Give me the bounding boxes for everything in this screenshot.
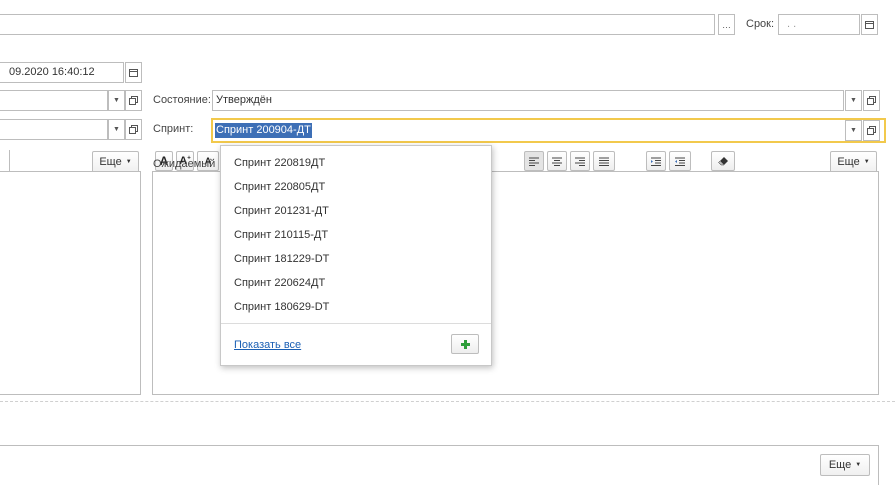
sprint-field-focus[interactable]: Спринт 200904-ДТ ▼ <box>211 118 886 143</box>
calendar-icon <box>865 21 874 29</box>
left-select-2[interactable] <box>0 119 108 140</box>
state-dropdown-button[interactable]: ▼ <box>845 90 862 111</box>
list-item[interactable]: Спринт 220624ДТ <box>234 277 325 289</box>
left-panel-edge <box>0 150 10 172</box>
more-button-right[interactable]: Еще ▼ <box>830 151 877 173</box>
left-select-1[interactable] <box>0 90 108 111</box>
ellipsis-icon: … <box>722 19 731 30</box>
chevron-down-icon: ▼ <box>850 127 857 134</box>
plus-icon <box>460 339 470 349</box>
align-center-button[interactable] <box>547 151 567 171</box>
show-all-link[interactable]: Показать все <box>234 339 301 351</box>
description-field[interactable] <box>0 14 715 35</box>
align-right-button[interactable] <box>570 151 590 171</box>
open-form-icon <box>129 96 138 105</box>
open-form-icon <box>867 126 876 135</box>
indent-increase-icon <box>651 157 661 166</box>
list-item[interactable]: Спринт 220819ДТ <box>234 157 325 169</box>
align-justify-button[interactable] <box>593 151 615 171</box>
bottom-panel <box>0 445 879 485</box>
chevron-down-icon: ▼ <box>855 462 862 468</box>
align-left-icon <box>529 157 539 166</box>
chevron-down-icon: ▼ <box>113 97 120 104</box>
indent-decrease-icon <box>675 157 685 166</box>
open-form-icon <box>129 125 138 134</box>
state-value: Утверждён <box>216 94 272 106</box>
top-link-fragment[interactable] <box>0 0 420 4</box>
term-value: . . <box>787 18 797 30</box>
left-select-2-dropdown[interactable]: ▼ <box>108 119 125 140</box>
state-label: Состояние: <box>153 94 211 106</box>
state-open-button[interactable] <box>863 90 880 111</box>
link-underline-icon <box>0 0 420 4</box>
sprint-dropdown-button[interactable]: ▼ <box>845 120 862 141</box>
calendar-icon <box>129 69 138 77</box>
left-text-area[interactable] <box>0 171 141 395</box>
indent-increase-button[interactable] <box>646 151 666 171</box>
sprint-label: Спринт: <box>153 123 194 135</box>
left-select-2-open[interactable] <box>125 119 142 140</box>
chevron-down-icon: ▼ <box>125 159 132 165</box>
align-justify-icon <box>599 157 609 166</box>
add-item-button[interactable] <box>451 334 479 354</box>
left-select-1-open[interactable] <box>125 90 142 111</box>
term-field[interactable]: . . <box>778 14 860 35</box>
list-item[interactable]: Спринт 181229-DT <box>234 253 329 265</box>
sprint-value: Спринт 200904-ДТ <box>215 123 312 138</box>
sprint-open-button[interactable] <box>863 120 880 141</box>
chevron-down-icon: ▼ <box>863 159 870 165</box>
term-label: Срок: <box>746 18 775 30</box>
more-bottom-label: Еще <box>828 459 852 471</box>
sprint-dropdown-list: Спринт 220819ДТ Спринт 220805ДТ Спринт 2… <box>220 145 492 366</box>
chevron-down-icon: ▼ <box>850 97 857 104</box>
eraser-icon <box>717 157 728 166</box>
more-left-label: Еще <box>99 156 122 168</box>
chevron-down-icon: ▼ <box>113 126 120 133</box>
align-right-icon <box>575 157 585 166</box>
date-field[interactable]: 09.2020 16:40:12 <box>0 62 124 83</box>
left-select-1-dropdown[interactable]: ▼ <box>108 90 125 111</box>
dropdown-divider <box>221 323 491 324</box>
term-calendar-button[interactable] <box>861 14 878 35</box>
section-divider <box>0 401 895 402</box>
date-value: 09.2020 16:40:12 <box>9 66 95 78</box>
more-button-bottom[interactable]: Еще ▼ <box>820 454 870 476</box>
state-field[interactable]: Утверждён <box>212 90 844 111</box>
list-item[interactable]: Спринт 220805ДТ <box>234 181 325 193</box>
list-item[interactable]: Спринт 210115-ДТ <box>234 229 328 241</box>
list-item[interactable]: Спринт 201231-ДТ <box>234 205 329 217</box>
more-right-label: Еще <box>837 156 860 168</box>
date-calendar-button[interactable] <box>125 62 142 83</box>
align-center-icon <box>552 157 562 166</box>
clear-format-button[interactable] <box>711 151 735 171</box>
align-left-button[interactable] <box>524 151 544 171</box>
indent-decrease-button[interactable] <box>669 151 691 171</box>
ellipsis-button[interactable]: … <box>718 14 735 35</box>
more-button-left[interactable]: Еще ▼ <box>92 151 139 173</box>
list-item[interactable]: Спринт 180629-DT <box>234 301 329 313</box>
open-form-icon <box>867 96 876 105</box>
